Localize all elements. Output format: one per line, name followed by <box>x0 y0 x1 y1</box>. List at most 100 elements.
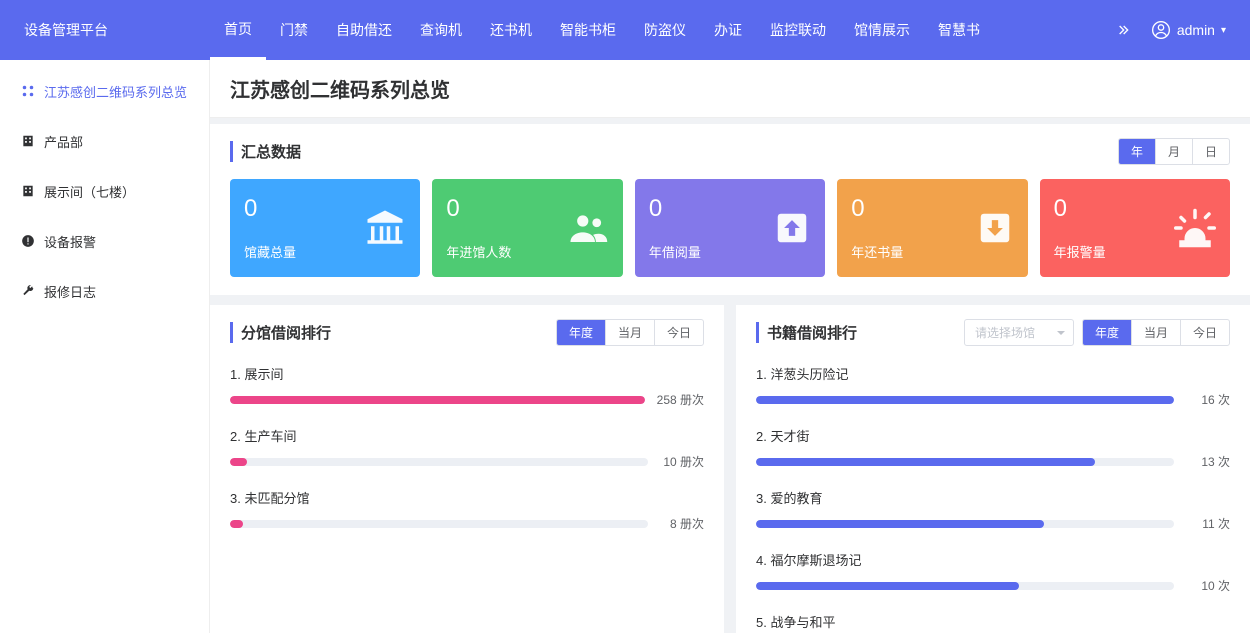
sidebar-item-0[interactable]: 江苏感创二维码系列总览 <box>0 66 209 116</box>
venue-select[interactable]: 请选择场馆 <box>964 319 1074 346</box>
rank-track <box>230 520 648 528</box>
page-title: 江苏感创二维码系列总览 <box>210 60 1250 118</box>
sidebar-item-label: 设备报警 <box>44 232 96 251</box>
sidebar-item-3[interactable]: 设备报警 <box>0 216 209 266</box>
summary-time-tabs: 年月日 <box>1118 138 1230 165</box>
rank-track <box>756 582 1174 590</box>
sidebar-item-label: 江苏感创二维码系列总览 <box>44 82 187 101</box>
rank-fill <box>756 396 1174 404</box>
nav-more-button[interactable] <box>1107 0 1139 60</box>
rank-track <box>230 396 645 404</box>
nav-tabs: 首页门禁自助借还查询机还书机智能书柜防盗仪办证监控联动馆情展示智慧书 <box>210 0 1107 60</box>
sidebar-item-label: 产品部 <box>44 132 83 151</box>
rank-label: 1. 展示间 <box>230 364 704 383</box>
wrench-icon <box>20 283 36 299</box>
rank-value: 8 册次 <box>660 515 704 532</box>
book-rank-title: 书籍借阅排行 <box>756 322 857 343</box>
summary-section: 汇总数据 年月日 0馆藏总量0年进馆人数0年借阅量0年还书量0年报警量 <box>210 124 1250 295</box>
rank-item: 1. 洋葱头历险记 16 次 <box>756 354 1230 416</box>
download-box-icon <box>976 209 1014 247</box>
upload-box-icon <box>773 209 811 247</box>
rank-item: 1. 展示间 258 册次 <box>230 354 704 416</box>
chevron-double-right-icon <box>1115 22 1131 38</box>
rank-label: 3. 爱的教育 <box>756 488 1230 507</box>
rank-item: 2. 生产车间 10 册次 <box>230 416 704 478</box>
rank-value: 16 次 <box>1186 391 1230 408</box>
rank-track <box>756 520 1174 528</box>
rank-fill <box>756 582 1019 590</box>
book-time-tabs: 年度当月今日 <box>1082 319 1230 346</box>
book-rank-list: 1. 洋葱头历险记 16 次 2. 天才街 13 次 3. 爱的教育 11 次 4. 福尔摩… <box>756 354 1230 633</box>
building-icon <box>20 183 36 199</box>
time-tab-月[interactable]: 月 <box>1155 139 1192 164</box>
user-name: admin <box>1177 22 1215 38</box>
nav-tab-8[interactable]: 监控联动 <box>756 0 840 60</box>
rank-track <box>756 458 1174 466</box>
sidebar-item-4[interactable]: 报修日志 <box>0 266 209 316</box>
kpi-card-4: 0年报警量 <box>1040 179 1230 277</box>
branch-rank-panel: 分馆借阅排行 年度当月今日 1. 展示间 258 册次 2. 生产车间 10 册次 3.… <box>210 305 724 633</box>
rank-fill <box>230 458 247 466</box>
venue-select-placeholder: 请选择场馆 <box>975 326 1035 340</box>
rank-item: 2. 天才街 13 次 <box>756 416 1230 478</box>
user-icon <box>1151 20 1171 40</box>
people-icon <box>567 207 609 249</box>
time-tab-今日[interactable]: 今日 <box>654 320 703 345</box>
branch-rank-title: 分馆借阅排行 <box>230 322 331 343</box>
library-icon <box>364 207 406 249</box>
kpi-card-0: 0馆藏总量 <box>230 179 420 277</box>
building-icon <box>20 133 36 149</box>
brand-title: 设备管理平台 <box>0 0 210 60</box>
kpi-card-2: 0年借阅量 <box>635 179 825 277</box>
rank-item: 3. 未匹配分馆 8 册次 <box>230 478 704 540</box>
nav-tab-10[interactable]: 智慧书 <box>924 0 994 60</box>
time-tab-年度[interactable]: 年度 <box>557 320 605 345</box>
time-tab-年[interactable]: 年 <box>1119 139 1155 164</box>
nav-tab-9[interactable]: 馆情展示 <box>840 0 924 60</box>
nav-tab-3[interactable]: 查询机 <box>406 0 476 60</box>
branch-time-tabs: 年度当月今日 <box>556 319 704 346</box>
rank-value: 258 册次 <box>657 391 704 408</box>
nav-tab-1[interactable]: 门禁 <box>266 0 322 60</box>
summary-title: 汇总数据 <box>230 141 301 162</box>
main-content: 江苏感创二维码系列总览 汇总数据 年月日 0馆藏总量0年进馆人数0年借阅量0年还… <box>210 60 1250 633</box>
rank-label: 1. 洋葱头历险记 <box>756 364 1230 383</box>
caret-down-icon: ▾ <box>1221 25 1226 36</box>
rank-fill <box>230 520 243 528</box>
rank-track <box>230 458 648 466</box>
rank-label: 4. 福尔摩斯退场记 <box>756 550 1230 569</box>
nav-tab-4[interactable]: 还书机 <box>476 0 546 60</box>
sidebar-item-1[interactable]: 产品部 <box>0 116 209 166</box>
kpi-row: 0馆藏总量0年进馆人数0年借阅量0年还书量0年报警量 <box>230 179 1230 277</box>
nav-tab-7[interactable]: 办证 <box>700 0 756 60</box>
sidebar-item-2[interactable]: 展示间（七楼） <box>0 166 209 216</box>
alert-circle-icon <box>20 233 36 249</box>
rank-fill <box>756 458 1095 466</box>
rank-value: 10 册次 <box>660 453 704 470</box>
nav-tab-0[interactable]: 首页 <box>210 0 266 60</box>
rank-fill <box>756 520 1044 528</box>
time-tab-当月[interactable]: 当月 <box>605 320 654 345</box>
rank-label: 5. 战争与和平 <box>756 612 1230 631</box>
sidebar: 江苏感创二维码系列总览产品部展示间（七楼） 设备报警报修日志 <box>0 60 210 633</box>
rank-value: 11 次 <box>1186 515 1230 532</box>
rank-item: 4. 福尔摩斯退场记10 次 <box>756 540 1230 602</box>
nav-tab-5[interactable]: 智能书柜 <box>546 0 630 60</box>
user-menu[interactable]: admin ▾ <box>1139 0 1250 60</box>
top-nav: 设备管理平台 首页门禁自助借还查询机还书机智能书柜防盗仪办证监控联动馆情展示智慧… <box>0 0 1250 60</box>
rank-label: 3. 未匹配分馆 <box>230 488 704 507</box>
time-tab-今日[interactable]: 今日 <box>1180 320 1229 345</box>
nav-tab-6[interactable]: 防盗仪 <box>630 0 700 60</box>
time-tab-日[interactable]: 日 <box>1192 139 1229 164</box>
nav-tab-2[interactable]: 自助借还 <box>322 0 406 60</box>
time-tab-年度[interactable]: 年度 <box>1083 320 1131 345</box>
rank-label: 2. 天才街 <box>756 426 1230 445</box>
rank-value: 13 次 <box>1186 453 1230 470</box>
sidebar-item-label: 报修日志 <box>44 282 96 301</box>
kpi-card-3: 0年还书量 <box>837 179 1027 277</box>
time-tab-当月[interactable]: 当月 <box>1131 320 1180 345</box>
kpi-card-1: 0年进馆人数 <box>432 179 622 277</box>
rank-label: 2. 生产车间 <box>230 426 704 445</box>
rank-track <box>756 396 1174 404</box>
siren-icon <box>1174 207 1216 249</box>
